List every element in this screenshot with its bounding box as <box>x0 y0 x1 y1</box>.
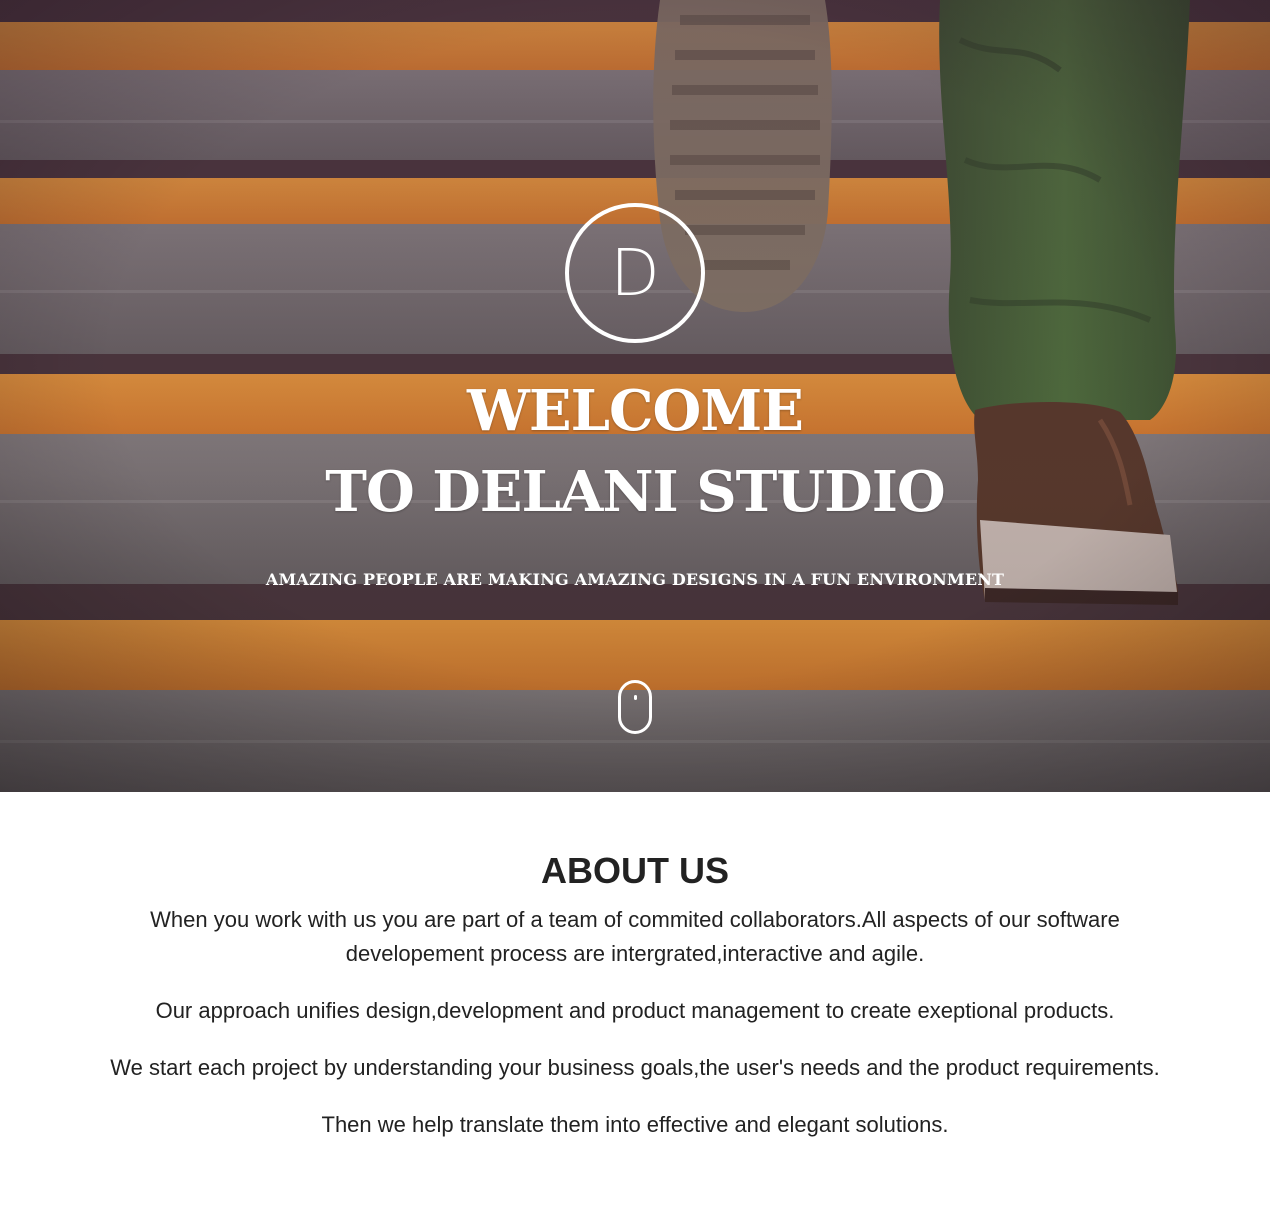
studio-logo[interactable]: D <box>565 203 705 343</box>
scroll-down-mouse-icon[interactable] <box>618 680 652 734</box>
hero-subtitle: AMAZING PEOPLE ARE MAKING AMAZING DESIGN… <box>265 570 1005 589</box>
hero-section: D WELCOME TO DELANI STUDIO AMAZING PEOPL… <box>0 0 1270 792</box>
hero-title-line-2: TO DELANI STUDIO <box>325 459 945 525</box>
about-paragraph: Our approach unifies design,development … <box>155 998 1115 1023</box>
about-title: ABOUT US <box>541 850 729 891</box>
scroll-wheel-dot <box>634 695 637 700</box>
about-section: ABOUT US When you work with us you are p… <box>0 792 1270 1219</box>
hero-title-line-1: WELCOME <box>467 378 804 444</box>
logo-letter: D <box>610 237 660 311</box>
about-paragraph: Then we help translate them into effecti… <box>321 1112 949 1137</box>
about-paragraph: We start each project by understanding y… <box>110 1055 1160 1080</box>
about-paragraph: When you work with us you are part of a … <box>150 907 1120 966</box>
